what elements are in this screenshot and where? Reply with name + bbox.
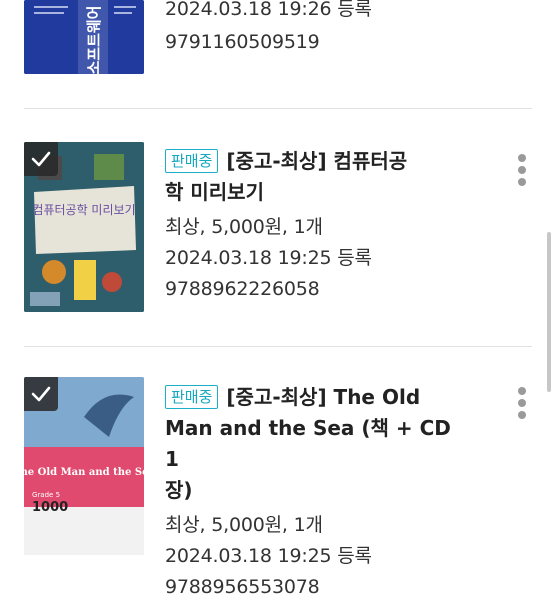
cover-grade: Grade 5 — [32, 491, 60, 499]
isbn: 9788956553078 — [165, 576, 320, 598]
checkmark-icon — [31, 386, 51, 402]
isbn: 9788962226058 — [165, 278, 320, 300]
registered-date: 2024.03.18 19:26 등록 — [165, 0, 372, 20]
status-badge: 판매중 — [165, 385, 219, 409]
item-title-line-1: [중고-최상] The Old — [226, 385, 421, 409]
divider — [24, 108, 532, 109]
book-cover-image: 컴퓨터공학 미리보기 — [24, 142, 144, 312]
item-title[interactable]: 판매중 [중고-최상] The Old Man and the Sea (책 + … — [165, 382, 455, 506]
scrollbar[interactable] — [547, 232, 551, 392]
cover-title: The Old Man and the Sea — [24, 467, 144, 478]
cover-title: 컴퓨터공학 미리보기 — [32, 203, 135, 217]
price-line: 최상, 5,000원, 1개 — [165, 514, 323, 536]
item-title-line-3: 장) — [165, 478, 193, 502]
cover-art: 소프트웨어 — [24, 0, 144, 74]
checkmark-icon — [31, 151, 51, 167]
isbn: 9791160509519 — [165, 31, 320, 53]
more-vertical-icon[interactable] — [512, 154, 532, 188]
registered-date: 2024.03.18 19:25 등록 — [165, 247, 372, 269]
more-vertical-icon[interactable] — [512, 387, 532, 421]
selected-checkbox[interactable] — [24, 377, 58, 411]
divider — [24, 346, 532, 347]
price-line: 최상, 5,000원, 1개 — [165, 216, 323, 238]
book-cover-image: 소프트웨어 — [24, 0, 144, 74]
item-title-line-2: Man and the Sea (책 + CD 1 — [165, 416, 451, 471]
status-badge: 판매중 — [165, 149, 219, 173]
cover-words: 1000 — [32, 500, 68, 515]
cover-title: 소프트웨어 — [85, 5, 103, 74]
item-title[interactable]: 판매중 [중고-최상] 컴퓨터공 학 미리보기 — [165, 146, 455, 208]
registered-date: 2024.03.18 19:25 등록 — [165, 545, 372, 567]
selected-checkbox[interactable] — [24, 142, 58, 176]
book-cover-image: The Old Man and the Sea Grade 5 1000 — [24, 377, 144, 555]
item-title-line-1: [중고-최상] 컴퓨터공 — [226, 149, 408, 173]
item-title-line-2: 학 미리보기 — [165, 180, 264, 204]
